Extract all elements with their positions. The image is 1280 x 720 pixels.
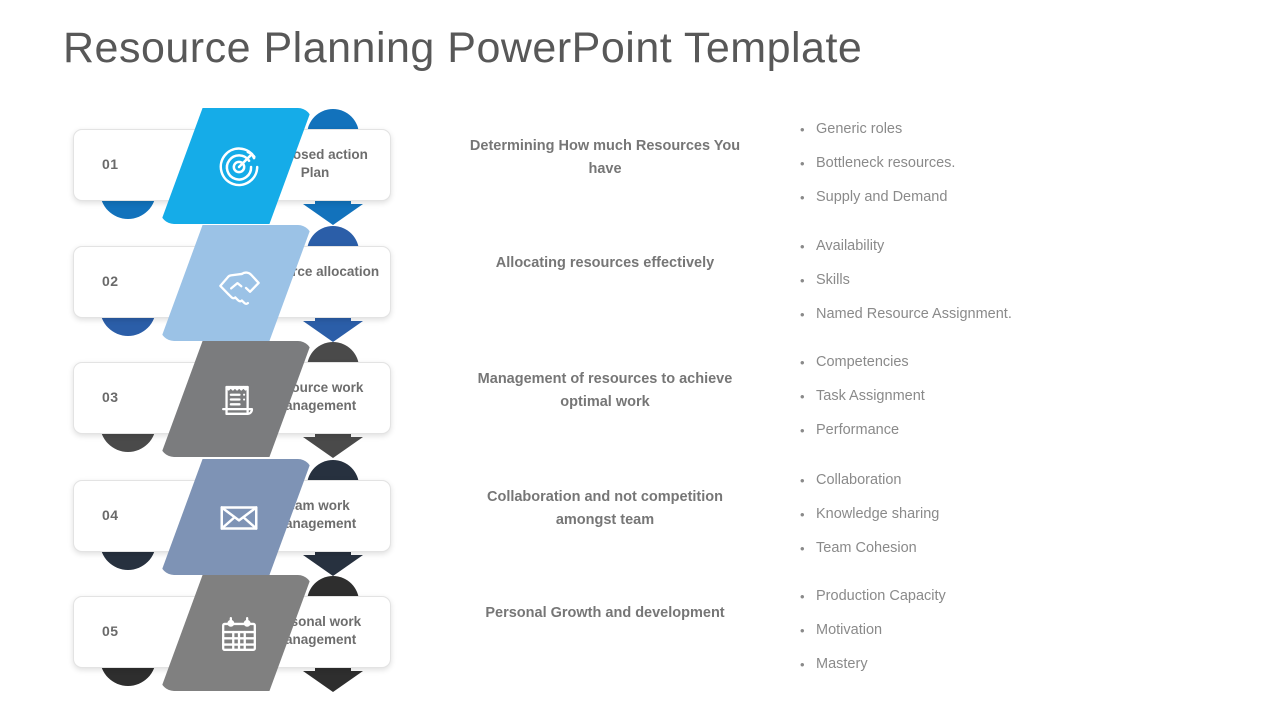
target-icon: [216, 144, 262, 190]
bullet-label: Production Capacity: [816, 588, 946, 604]
page-title: Resource Planning PowerPoint Template: [63, 24, 863, 72]
step-row: 02 Resource allocation Allocating resour…: [0, 224, 1280, 342]
bullet-icon: •: [800, 623, 805, 638]
list-item: • Named Resource Assignment.: [800, 304, 1200, 325]
slide-body: 01 Proposed action Plan Determining How …: [0, 100, 1280, 700]
step-description: Personal Growth and development: [485, 605, 725, 621]
bullet-icon: •: [800, 122, 805, 137]
list-item: • Competencies: [800, 352, 1200, 373]
bullet-label: Collaboration: [816, 472, 902, 488]
handshake-icon: [216, 261, 262, 307]
step-graphic: 02 Resource allocation: [60, 224, 400, 342]
step-bullet-list: • Collaboration • Knowledge sharing • Team…: [800, 470, 1200, 572]
bullet-label: Named Resource Assignment.: [816, 306, 1012, 322]
list-item: • Task Assignment: [800, 386, 1200, 407]
step-number: 01: [102, 156, 119, 172]
step-row: 04 Team work Management Collaboration an…: [0, 458, 1280, 576]
step-number: 05: [102, 623, 119, 639]
step-graphic: 03 Resource work Management: [60, 340, 400, 458]
bullet-icon: •: [800, 307, 805, 322]
step-accent-shape: [160, 341, 312, 457]
step-accent-shape: [160, 108, 312, 224]
list-item: • Supply and Demand: [800, 187, 1200, 208]
bullet-label: Knowledge sharing: [816, 506, 940, 522]
bullet-label: Task Assignment: [816, 388, 925, 404]
bullet-icon: •: [800, 423, 805, 438]
bullet-label: Mastery: [816, 656, 868, 672]
list-item: • Performance: [800, 420, 1200, 441]
bullet-icon: •: [800, 589, 805, 604]
step-number: 04: [102, 507, 119, 523]
step-row: 05 Personal work Management Personal Gro…: [0, 574, 1280, 692]
step-number: 02: [102, 273, 119, 289]
bullet-label: Supply and Demand: [816, 189, 948, 205]
calendar-icon: [216, 611, 262, 657]
step-number: 03: [102, 389, 119, 405]
bullet-label: Skills: [816, 272, 850, 288]
step-row: 03 Resource work Management Management o…: [0, 340, 1280, 458]
list-item: • Knowledge sharing: [800, 504, 1200, 525]
step-row: 01 Proposed action Plan Determining How …: [0, 107, 1280, 225]
receipt-icon: [216, 377, 262, 423]
step-accent-shape: [160, 575, 312, 691]
step-graphic: 04 Team work Management: [60, 458, 400, 576]
list-item: • Bottleneck resources.: [800, 153, 1200, 174]
bullet-icon: •: [800, 541, 805, 556]
step-accent-shape: [160, 459, 312, 575]
bullet-label: Competencies: [816, 354, 909, 370]
bullet-icon: •: [800, 239, 805, 254]
envelope-icon: [216, 495, 262, 541]
step-bullet-list: • Competencies • Task Assignment • Perform…: [800, 352, 1200, 454]
step-graphic: 05 Personal work Management: [60, 574, 400, 692]
step-bullet-list: • Availability • Skills • Named Resource A…: [800, 236, 1200, 338]
step-description: Allocating resources effectively: [495, 255, 715, 271]
step-description: Management of resources to achieve optim…: [477, 371, 733, 410]
bullet-icon: •: [800, 507, 805, 522]
step-bullet-list: • Production Capacity • Motivation • Maste…: [800, 586, 1200, 688]
step-accent-shape: [160, 225, 312, 341]
bullet-icon: •: [800, 156, 805, 171]
bullet-label: Bottleneck resources.: [816, 155, 956, 171]
list-item: • Motivation: [800, 620, 1200, 641]
list-item: • Mastery: [800, 654, 1200, 675]
step-description: Determining How much Resources You have: [469, 138, 741, 177]
bullet-icon: •: [800, 473, 805, 488]
bullet-icon: •: [800, 657, 805, 672]
step-graphic: 01 Proposed action Plan: [60, 107, 400, 225]
list-item: • Skills: [800, 270, 1200, 291]
list-item: • Production Capacity: [800, 586, 1200, 607]
bullet-label: Performance: [816, 422, 900, 438]
list-item: • Team Cohesion: [800, 538, 1200, 559]
bullet-icon: •: [800, 389, 805, 404]
step-description: Collaboration and not competition amongs…: [486, 489, 723, 528]
bullet-label: Motivation: [816, 622, 883, 638]
bullet-label: Availability: [816, 238, 885, 254]
bullet-icon: •: [800, 273, 805, 288]
bullet-label: Team Cohesion: [816, 540, 917, 556]
bullet-icon: •: [800, 190, 805, 205]
list-item: • Generic roles: [800, 119, 1200, 140]
bullet-icon: •: [800, 355, 805, 370]
list-item: • Collaboration: [800, 470, 1200, 491]
step-bullet-list: • Generic roles • Bottleneck resources. • …: [800, 119, 1200, 221]
list-item: • Availability: [800, 236, 1200, 257]
bullet-label: Generic roles: [816, 121, 903, 137]
